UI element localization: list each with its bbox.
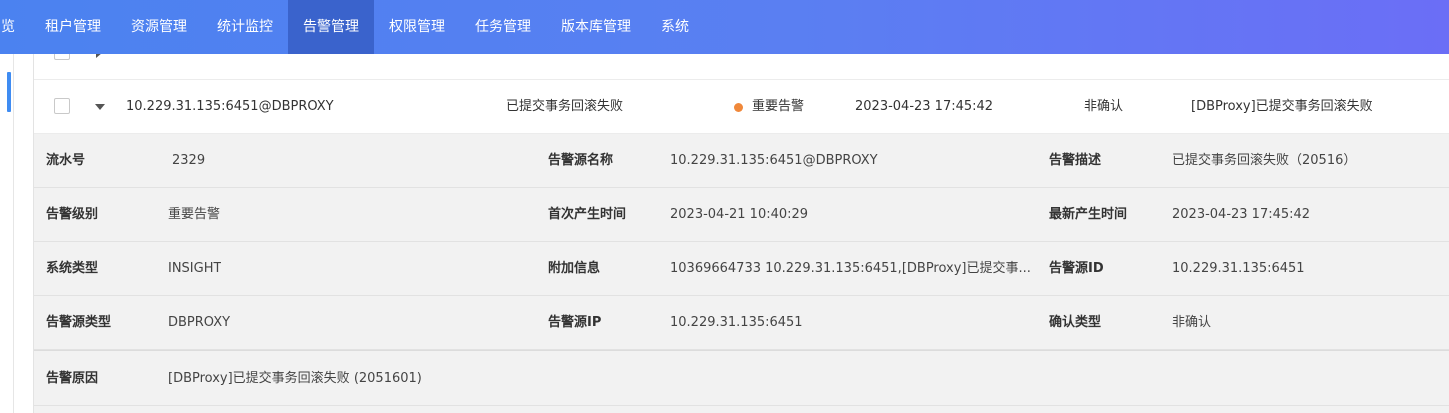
nav-item-version-library-management[interactable]: 版本库管理 xyxy=(546,0,646,54)
value-serial-number: 2329 xyxy=(172,153,206,168)
label-alarm-description: 告警描述 xyxy=(1049,153,1102,168)
nav-item-resource-management[interactable]: 资源管理 xyxy=(116,0,202,54)
value-alarm-reason: [DBProxy]已提交事务回滚失败 (2051601) xyxy=(168,371,422,386)
value-alarm-description: 已提交事务回滚失败（20516） xyxy=(1172,153,1357,168)
important-level-dot-icon xyxy=(734,103,743,112)
value-source-type: DBPROXY xyxy=(168,315,231,330)
value-alarm-level: 重要告警 xyxy=(168,207,221,222)
nav-item-alarm-management[interactable]: 告警管理 xyxy=(288,0,374,54)
label-system-type: 系统类型 xyxy=(46,261,99,276)
label-source-ip: 告警源IP xyxy=(548,315,602,330)
table-row[interactable]: 10.229.31.135:6451@DBPROXY 已提交事务回滚失败 重要告… xyxy=(34,80,1449,134)
detail-row-2: 告警级别 重要告警 首次产生时间 2023-04-21 10:40:29 最新产… xyxy=(34,188,1449,242)
cell-alarm-source: 10.229.31.135:6451@DBPROXY xyxy=(126,99,334,114)
label-alarm-reason: 告警原因 xyxy=(46,371,99,386)
cell-alarm-name: 已提交事务回滚失败 xyxy=(506,99,624,114)
label-confirm-type: 确认类型 xyxy=(1049,315,1102,330)
label-source-name: 告警源名称 xyxy=(548,153,614,168)
top-navigation-bar: 览 租户管理 资源管理 统计监控 告警管理 权限管理 任务管理 版本库管理 系统 xyxy=(0,0,1449,54)
sidebar-divider xyxy=(13,54,14,413)
nav-item-system[interactable]: 系统 xyxy=(646,0,704,54)
value-source-name: 10.229.31.135:6451@DBPROXY xyxy=(670,153,878,168)
detail-row-reason: 告警原因 [DBProxy]已提交事务回滚失败 (2051601) xyxy=(34,350,1449,406)
detail-row-3: 系统类型 INSIGHT 附加信息 10369664733 10.229.31.… xyxy=(34,242,1449,296)
value-additional-info: 10369664733 10.229.31.135:6451,[DBProxy]… xyxy=(670,261,1031,276)
cell-alarm-description: [DBProxy]已提交事务回滚失败 xyxy=(1191,99,1373,114)
label-first-occurrence-time: 首次产生时间 xyxy=(548,207,627,222)
value-source-ip: 10.229.31.135:6451 xyxy=(670,315,803,330)
value-source-id: 10.229.31.135:6451 xyxy=(1172,261,1305,276)
label-latest-occurrence-time: 最新产生时间 xyxy=(1049,207,1128,222)
detail-row-4: 告警源类型 DBPROXY 告警源IP 10.229.31.135:6451 确… xyxy=(34,296,1449,350)
value-latest-occurrence-time: 2023-04-23 17:45:42 xyxy=(1172,207,1311,222)
label-serial-number: 流水号 xyxy=(46,153,86,168)
cell-confirm-status: 非确认 xyxy=(1084,99,1124,114)
sidebar-active-marker xyxy=(7,72,11,112)
label-additional-info: 附加信息 xyxy=(548,261,601,276)
nav-item-overview[interactable]: 览 xyxy=(0,0,16,54)
value-system-type: INSIGHT xyxy=(168,261,222,276)
label-alarm-level: 告警级别 xyxy=(46,207,99,222)
collapse-caret-icon[interactable] xyxy=(95,104,105,110)
label-source-id: 告警源ID xyxy=(1049,261,1104,276)
value-first-occurrence-time: 2023-04-21 10:40:29 xyxy=(670,207,809,222)
cell-alarm-time: 2023-04-23 17:45:42 xyxy=(855,99,994,114)
alarm-management-page: 览 租户管理 资源管理 统计监控 告警管理 权限管理 任务管理 版本库管理 系统… xyxy=(0,0,1449,413)
nav-item-task-management[interactable]: 任务管理 xyxy=(460,0,546,54)
detail-row-1: 流水号 2329 告警源名称 10.229.31.135:6451@DBPROX… xyxy=(34,134,1449,188)
alarm-detail-panel: 流水号 2329 告警源名称 10.229.31.135:6451@DBPROX… xyxy=(34,134,1449,413)
cell-alarm-level: 重要告警 xyxy=(752,99,805,114)
row-checkbox[interactable] xyxy=(54,98,70,114)
nav-item-tenant-management[interactable]: 租户管理 xyxy=(30,0,116,54)
nav-item-statistics-monitoring[interactable]: 统计监控 xyxy=(202,0,288,54)
nav-item-permission-management[interactable]: 权限管理 xyxy=(374,0,460,54)
value-confirm-type: 非确认 xyxy=(1172,315,1212,330)
label-source-type: 告警源类型 xyxy=(46,315,112,330)
